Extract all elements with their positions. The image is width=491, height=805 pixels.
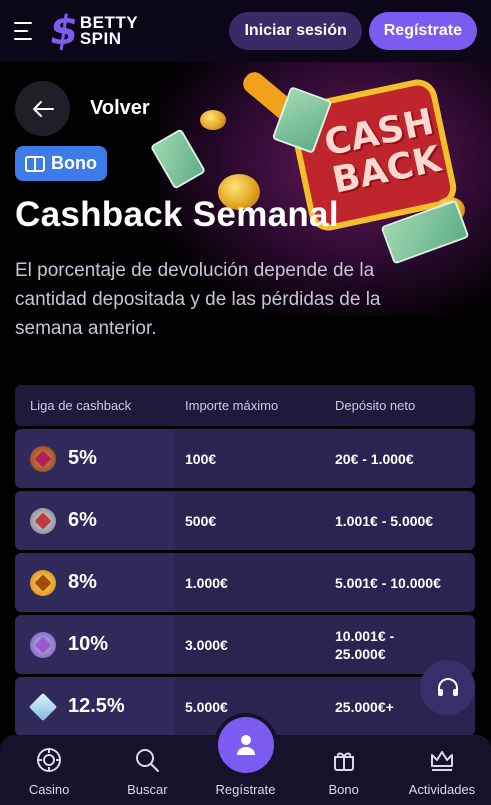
silver-gem-icon bbox=[30, 507, 56, 534]
gold-gem-icon bbox=[30, 569, 56, 596]
coin-icon bbox=[200, 110, 226, 130]
row-percent: 5% bbox=[68, 447, 97, 469]
register-button[interactable]: Regístrate bbox=[368, 12, 477, 50]
row-deposit: 20€ - 1.000€ bbox=[335, 450, 414, 467]
row-percent: 10% bbox=[68, 633, 109, 655]
col-header-max: Importe máximo bbox=[185, 398, 279, 413]
top-header: $ BETTY SPIN Iniciar sesión Regístrate bbox=[0, 0, 491, 62]
casino-chip-icon bbox=[35, 746, 63, 774]
user-icon bbox=[236, 735, 255, 755]
row-percent: 8% bbox=[68, 571, 97, 593]
badge-label: Bono bbox=[51, 153, 97, 173]
banknote-icon bbox=[149, 128, 207, 190]
logo-wordmark: BETTY SPIN bbox=[79, 14, 138, 48]
back-button[interactable] bbox=[15, 81, 70, 136]
logo-bottom-text: SPIN bbox=[79, 29, 122, 48]
row-percent: 12.5% bbox=[68, 695, 125, 717]
crown-icon bbox=[428, 746, 456, 774]
register-fab[interactable] bbox=[217, 717, 274, 773]
purple-gem-icon bbox=[30, 631, 56, 658]
bonus-badge: Bono bbox=[15, 146, 107, 181]
bronze-gem-icon bbox=[30, 445, 56, 472]
nav-label: Casino bbox=[28, 782, 70, 797]
gift-icon bbox=[330, 746, 358, 774]
table-row: 6% 500€ 1.001€ - 5.000€ bbox=[15, 491, 475, 550]
bottom-navigation: Casino Buscar Regístrate Bono Actividade… bbox=[0, 717, 491, 805]
table-header: Liga de cashback Importe máximo Depósito… bbox=[15, 385, 475, 426]
nav-label: Actividades bbox=[408, 782, 476, 797]
logo-s-mark: $ bbox=[46, 8, 82, 54]
table-row: 8% 1.000€ 5.001€ - 10.000€ bbox=[15, 553, 475, 612]
table-row: 10% 3.000€ 10.001€ - 25.000€ bbox=[15, 615, 475, 674]
diamond-icon bbox=[30, 694, 56, 720]
row-deposit: 10.001€ - 25.000€ bbox=[335, 627, 395, 662]
nav-register[interactable]: Regístrate bbox=[196, 717, 294, 805]
nav-label: Regístrate bbox=[215, 782, 276, 797]
row-max: 1.000€ bbox=[185, 574, 228, 591]
support-chat-button[interactable] bbox=[420, 660, 475, 715]
back-label[interactable]: Volver bbox=[90, 97, 150, 120]
row-deposit: 5.001€ - 10.000€ bbox=[335, 574, 441, 591]
nav-search[interactable]: Buscar bbox=[98, 735, 196, 805]
gift-card-icon bbox=[25, 155, 45, 172]
col-header-deposit: Depósito neto bbox=[335, 398, 416, 413]
row-max: 100€ bbox=[185, 450, 217, 467]
row-max: 500€ bbox=[185, 512, 217, 529]
cashback-table: Liga de cashback Importe máximo Depósito… bbox=[15, 385, 475, 736]
nav-activities[interactable]: Actividades bbox=[393, 735, 491, 805]
table-row: 5% 100€ 20€ - 1.000€ bbox=[15, 429, 475, 488]
nav-bonus[interactable]: Bono bbox=[295, 735, 393, 805]
page-description: El porcentaje de devolución depende de l… bbox=[15, 260, 381, 339]
nav-label: Bono bbox=[328, 782, 359, 797]
arrow-left-icon bbox=[32, 100, 54, 117]
brand-logo[interactable]: $ BETTY SPIN bbox=[46, 8, 138, 54]
row-max: 5.000€ bbox=[185, 698, 228, 715]
menu-icon[interactable] bbox=[14, 22, 36, 40]
row-max: 3.000€ bbox=[185, 636, 228, 653]
row-percent: 6% bbox=[68, 509, 97, 531]
page-title: Cashback Semanal bbox=[15, 195, 339, 234]
nav-label: Buscar bbox=[127, 782, 168, 797]
login-button[interactable]: Iniciar sesión bbox=[229, 12, 362, 50]
row-deposit: 1.001€ - 5.000€ bbox=[335, 512, 434, 529]
nav-casino[interactable]: Casino bbox=[0, 735, 98, 805]
search-icon bbox=[133, 746, 161, 774]
col-header-league: Liga de cashback bbox=[30, 398, 132, 413]
headset-icon bbox=[437, 677, 458, 696]
